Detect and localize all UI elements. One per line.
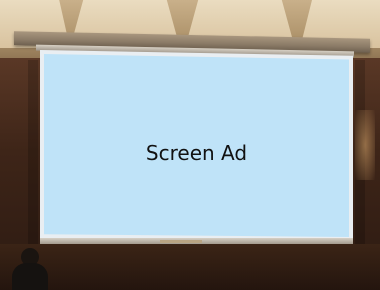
auditorium-scene: Screen Ad [0, 0, 380, 290]
screen-ad-text: Screen Ad [145, 140, 248, 165]
person-body [12, 263, 48, 290]
audience-member [12, 248, 48, 290]
screen-pull-handle [160, 240, 202, 243]
lower-wall [0, 244, 380, 290]
wall-light [355, 110, 375, 180]
projection-screen: Screen Ad [44, 54, 349, 237]
